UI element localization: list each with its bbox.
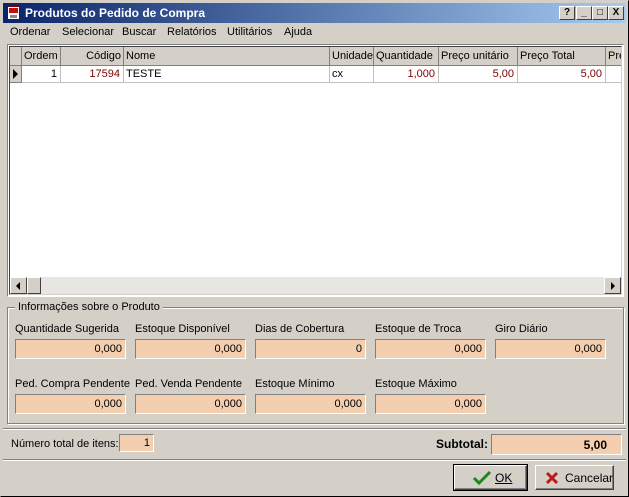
field-estoque-maximo[interactable]: 0,000 [375,394,486,414]
col-header-ordem[interactable]: Ordem [22,47,61,66]
current-row-arrow-icon [13,69,18,79]
grid-corner [10,47,22,66]
menu-relatorios[interactable]: Relatórios [167,26,217,38]
field-giro-diario[interactable]: 0,000 [495,339,606,359]
window: Produtos do Pedido de Compra ? _ □ X Ord… [0,0,629,497]
label-quantidade-sugerida: Quantidade Sugerida [15,323,119,335]
cell-preco-total[interactable]: 5,00 [518,66,606,83]
cell-ordem[interactable]: 1 [22,66,61,83]
row-indicator[interactable] [10,66,22,83]
minimize-button[interactable]: _ [576,6,592,20]
separator-bottom [3,459,626,461]
label-subtotal: Subtotal: [436,437,488,451]
label-dias-de-cobertura: Dias de Cobertura [255,323,345,335]
window-title: Produtos do Pedido de Compra [25,6,206,20]
cancel-button[interactable]: Cancelar [535,465,614,490]
ok-button[interactable]: OK [453,464,528,491]
label-ped-compra-pendente: Ped. Compra Pendente [15,378,130,390]
field-estoque-disponivel[interactable]: 0,000 [135,339,246,359]
cell-unidade[interactable]: cx [330,66,374,83]
menu-selecionar[interactable]: Selecionar [62,26,114,38]
menu-ajuda[interactable]: Ajuda [284,26,312,38]
menu-buscar[interactable]: Buscar [122,26,156,38]
cell-pre[interactable] [606,66,621,83]
field-quantidade-sugerida[interactable]: 0,000 [15,339,126,359]
menu-utilitarios[interactable]: Utilitários [227,26,272,38]
menu-ordenar[interactable]: Ordenar [10,26,50,38]
title-bar[interactable]: Produtos do Pedido de Compra ? _ □ X [3,3,626,23]
product-info-legend: Informações sobre o Produto [15,301,163,313]
arrow-left-icon [16,282,20,290]
ok-label: OK [495,471,513,485]
arrow-right-icon [611,282,615,290]
label-giro-diario: Giro Diário [495,323,548,335]
cell-quantidade[interactable]: 1,000 [374,66,439,83]
scroll-thumb[interactable] [27,277,41,294]
horizontal-scrollbar[interactable] [10,277,621,294]
maximize-button[interactable]: □ [592,6,608,20]
field-dias-de-cobertura[interactable]: 0 [255,339,366,359]
cancel-x-icon [545,471,559,485]
label-estoque-maximo: Estoque Máximo [375,378,457,390]
label-ped-venda-pendente: Ped. Venda Pendente [135,378,243,390]
field-subtotal: 5,00 [491,434,622,455]
field-ped-compra-pendente[interactable]: 0,000 [15,394,126,414]
cancel-label: Cancelar [565,471,614,485]
col-header-codigo[interactable]: Código [61,47,124,66]
field-estoque-de-troca[interactable]: 0,000 [375,339,486,359]
cell-preco-unitario[interactable]: 5,00 [439,66,518,83]
col-header-unidade[interactable]: Unidade [330,47,374,66]
col-header-preco-total[interactable]: Preço Total [518,47,606,66]
app-icon [7,6,20,20]
separator [3,428,626,430]
products-grid[interactable]: Ordem Código Nome Unidade Quantidade Pre… [7,44,624,297]
col-header-pre[interactable]: Pre [606,47,621,66]
field-estoque-minimo[interactable]: 0,000 [255,394,366,414]
scroll-right-button[interactable] [604,277,621,294]
col-header-quantidade[interactable]: Quantidade [374,47,439,66]
col-header-preco-unitario[interactable]: Preço unitário [439,47,518,66]
menu-bar: Ordenar Selecionar Buscar Relatórios Uti… [3,24,626,42]
cell-nome[interactable]: TESTE [124,66,330,83]
label-estoque-de-troca: Estoque de Troca [375,323,462,335]
check-icon [473,470,491,486]
label-estoque-disponivel: Estoque Disponível [135,323,230,335]
cell-codigo[interactable]: 17594 [61,66,124,83]
label-total-itens: Número total de itens: [11,438,119,450]
help-button[interactable]: ? [559,6,575,20]
scroll-left-button[interactable] [10,277,27,294]
field-total-itens: 1 [119,434,154,452]
label-estoque-minimo: Estoque Mínimo [255,378,335,390]
col-header-nome[interactable]: Nome [124,47,330,66]
close-button[interactable]: X [608,6,624,20]
field-ped-venda-pendente[interactable]: 0,000 [135,394,246,414]
